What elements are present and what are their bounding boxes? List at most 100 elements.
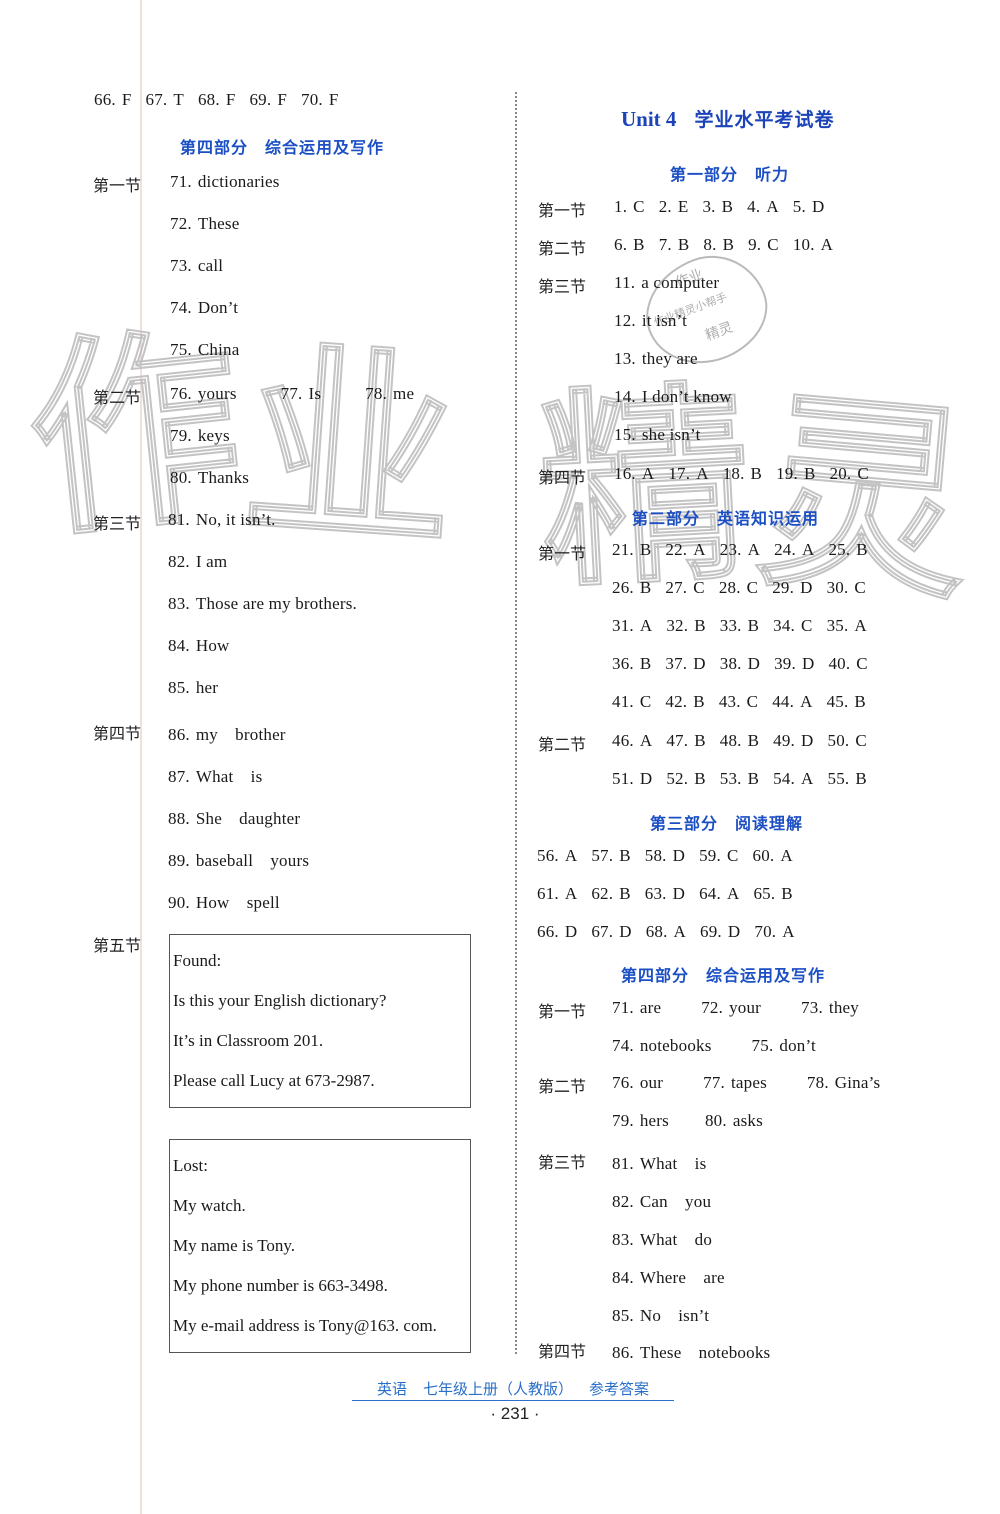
answer-text: D: [800, 578, 813, 597]
answer-text: D: [727, 922, 741, 941]
answer-line: 86. These notebooks: [612, 1338, 770, 1363]
answer-row: 41. C 42. B 43. C 44. A 45. B: [612, 692, 866, 712]
question-number: 37.: [665, 654, 688, 673]
answer-item: 81. What is: [612, 1149, 706, 1174]
answer-item: 29. D: [772, 578, 812, 598]
answer-item: 42. B: [665, 692, 704, 712]
answer-text: C: [746, 578, 759, 597]
answer-item: 70. A: [754, 922, 794, 942]
answer-text: Is: [308, 384, 322, 403]
answer-text: C: [855, 731, 867, 750]
question-number: 77.: [280, 384, 303, 403]
answer-text: Gina’s: [834, 1073, 881, 1092]
answer-item: 9. C: [748, 235, 779, 255]
question-number: 44.: [772, 692, 795, 711]
answer-text: A: [696, 464, 709, 483]
answer-line: 86. my brother: [168, 720, 286, 745]
question-number: 48.: [719, 731, 742, 750]
answer-line: 82. I am: [168, 552, 227, 572]
question-number: 67.: [145, 90, 168, 109]
answer-item: 75. don’t: [752, 1036, 816, 1056]
answer-row: 51. D 52. B 53. B 54. A 55. B: [612, 769, 867, 789]
section-label: 第三节: [538, 1153, 587, 1172]
answer-row: 21. B 22. A 23. A 24. A 25. B: [612, 540, 868, 560]
answer-row: 61. A 62. B 63. D 64. A 65. B: [537, 884, 793, 904]
answer-text: What do: [639, 1230, 713, 1249]
question-number: 55.: [827, 769, 850, 788]
answer-item: 23. A: [720, 540, 760, 560]
section-label: 第一节: [538, 1002, 587, 1021]
answer-item: 71. dictionaries: [170, 172, 280, 192]
answer-text: B: [722, 235, 735, 254]
footer-label: 参考答案: [589, 1380, 650, 1398]
answer-item: 81. No, it isn’t.: [168, 510, 276, 530]
answer-item: 78. Gina’s: [807, 1073, 880, 1093]
answer-item: 62. B: [591, 884, 630, 904]
answer-item: 34. C: [773, 616, 812, 636]
answer-text: B: [639, 540, 652, 559]
answer-item: 86. my brother: [168, 720, 286, 745]
question-number: 33.: [719, 616, 742, 635]
section-heading-part4-left: 第四部分 综合运用及写作: [180, 138, 385, 157]
answer-text: D: [693, 654, 706, 673]
question-number: 45.: [826, 692, 849, 711]
section-label: 第二节: [538, 735, 587, 754]
answer-line: 12. it isn’t: [614, 311, 687, 331]
answer-text: A: [673, 922, 687, 941]
answer-row-16-20: 16. A 17. A 18. B 19. B 20. C: [614, 464, 869, 484]
answer-text: Those are my brothers.: [195, 594, 357, 613]
answer-text: B: [694, 769, 706, 788]
question-number: 58.: [644, 846, 667, 865]
notice-line: It’s in Classroom 201.: [173, 1031, 324, 1050]
answer-row-74-75: 74. notebooks 75. don’t: [612, 1036, 816, 1056]
answer-item: 89. baseball yours: [168, 846, 309, 871]
answer-item: 86. These notebooks: [612, 1338, 770, 1363]
question-number: 90.: [168, 893, 190, 912]
answer-line: 83. Those are my brothers.: [168, 594, 357, 614]
answer-text: What is: [639, 1154, 707, 1173]
answer-text: These: [197, 214, 240, 233]
answer-item: 14. I don’t know: [614, 387, 732, 407]
footer-book-info: 英语 七年级上册（人教版） 参考答案: [352, 1378, 674, 1401]
answer-line: 84. Where are: [612, 1263, 725, 1288]
question-number: 86.: [168, 725, 190, 744]
answer-text: A: [801, 769, 814, 788]
question-number: 10.: [792, 235, 815, 254]
question-number: 27.: [665, 578, 688, 597]
question-number: 11.: [614, 273, 636, 292]
answer-text: How spell: [195, 893, 280, 912]
answer-text: A: [747, 540, 761, 559]
answer-line: 75. China: [170, 340, 239, 360]
question-number: 73.: [801, 998, 823, 1017]
answer-text: our: [639, 1073, 664, 1092]
question-number: 19.: [776, 464, 798, 483]
answer-item: 46. A: [612, 731, 652, 751]
question-number: 59.: [699, 846, 721, 865]
answer-item: 72. your: [701, 998, 761, 1018]
answer-text: C: [633, 197, 645, 216]
answer-row-76-78: 76. yours 77. Is 78. me: [170, 384, 414, 404]
answer-text: C: [693, 578, 705, 597]
question-number: 8.: [703, 235, 717, 254]
question-number: 66.: [94, 90, 116, 109]
answer-item: 85. her: [168, 678, 218, 698]
answer-item: 60. A: [753, 846, 793, 866]
answer-item: 45. B: [827, 692, 866, 712]
answer-row: 31. A 32. B 33. B 34. C 35. A: [612, 616, 867, 636]
answer-text: don’t: [779, 1036, 816, 1055]
answer-item: 76. yours: [170, 384, 237, 404]
notice-line: Found:: [173, 951, 222, 970]
answer-text: A: [766, 197, 779, 216]
answer-item: 90. How spell: [168, 888, 280, 913]
question-number: 13.: [614, 349, 636, 368]
answer-item: 33. B: [720, 616, 759, 636]
question-number: 50.: [827, 731, 850, 750]
question-number: 9.: [748, 235, 762, 254]
answer-row-71-73: 71. are 72. your 73. they: [612, 998, 859, 1018]
question-number: 20.: [829, 464, 852, 483]
answer-item: 79. hers: [612, 1111, 669, 1131]
answer-text: F: [328, 90, 339, 109]
answer-line: 83. What do: [612, 1225, 712, 1250]
found-notice-box: Found: Is this your English dictionary? …: [169, 934, 471, 1108]
answer-text: C: [857, 464, 869, 483]
